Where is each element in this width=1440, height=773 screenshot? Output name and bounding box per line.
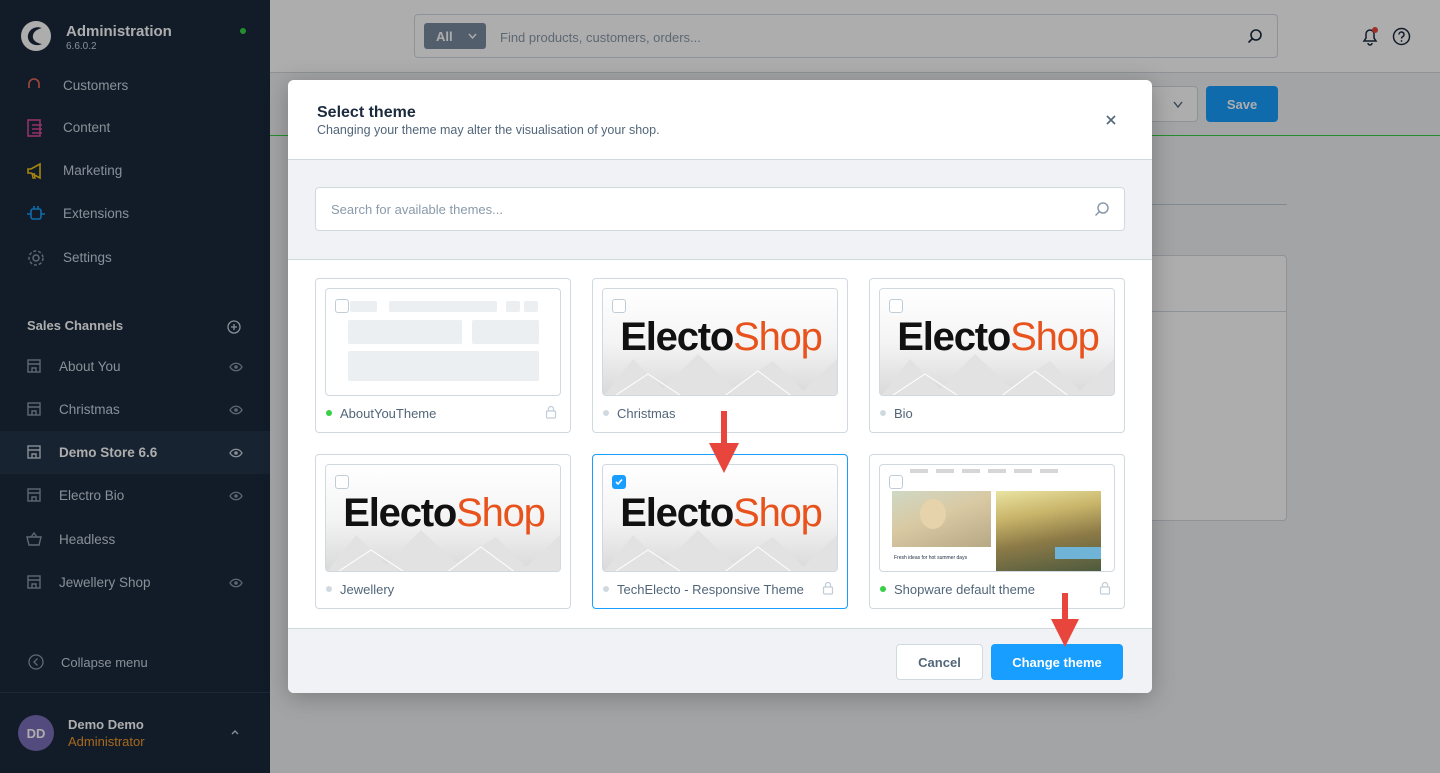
- theme-search-area: Search for available themes...: [288, 160, 1152, 260]
- modal-subtitle: Changing your theme may alter the visual…: [317, 123, 660, 137]
- theme-preview-electoshop: ElectoShop: [602, 288, 838, 396]
- theme-card-jewellery[interactable]: ElectoShop Jewellery: [315, 454, 571, 609]
- cancel-button[interactable]: Cancel: [896, 644, 983, 680]
- theme-checkbox[interactable]: [889, 475, 903, 489]
- theme-card-christmas[interactable]: ElectoShop Christmas: [592, 278, 848, 433]
- close-icon[interactable]: [1103, 112, 1119, 128]
- theme-checkbox[interactable]: [612, 299, 626, 313]
- select-theme-modal: Select theme Changing your theme may alt…: [288, 80, 1152, 693]
- theme-checkbox[interactable]: [335, 299, 349, 313]
- theme-name: Bio: [894, 406, 913, 421]
- default-theme-caption: Fresh ideas for hot summer days: [894, 555, 968, 561]
- lock-icon: [1099, 581, 1111, 595]
- theme-card-aboutyou[interactable]: AboutYouTheme: [315, 278, 571, 433]
- electoshop-logo: ElectoShop: [620, 491, 823, 535]
- electoshop-logo: ElectoShop: [620, 315, 823, 359]
- lock-icon: [822, 581, 834, 595]
- theme-status-dot: [603, 586, 609, 592]
- modal-title: Select theme: [317, 104, 416, 121]
- theme-checkbox-checked[interactable]: [612, 475, 626, 489]
- theme-search-input[interactable]: Search for available themes...: [315, 187, 1125, 231]
- theme-name: TechElecto - Responsive Theme: [617, 582, 804, 597]
- theme-search-placeholder: Search for available themes...: [331, 202, 503, 217]
- theme-preview-photo: Fresh ideas for hot summer days: [879, 464, 1115, 572]
- theme-checkbox[interactable]: [889, 299, 903, 313]
- electoshop-logo: ElectoShop: [897, 315, 1100, 359]
- theme-status-dot: [880, 586, 886, 592]
- checkmark-icon: [615, 478, 623, 486]
- theme-name: Shopware default theme: [894, 582, 1035, 597]
- theme-status-dot: [603, 410, 609, 416]
- theme-preview-electoshop: ElectoShop: [325, 464, 561, 572]
- theme-card-shopware-default[interactable]: Fresh ideas for hot summer days Shopware…: [869, 454, 1125, 609]
- theme-status-dot: [326, 410, 332, 416]
- theme-name: Jewellery: [340, 582, 395, 597]
- theme-checkbox[interactable]: [335, 475, 349, 489]
- theme-preview-wireframe: [325, 288, 561, 396]
- annotation-arrow-down-icon: [1051, 593, 1079, 647]
- modal-footer: Cancel Change theme: [288, 628, 1152, 693]
- search-icon[interactable]: [1094, 201, 1110, 217]
- theme-name: Christmas: [617, 406, 676, 421]
- theme-status-dot: [880, 410, 886, 416]
- theme-name: AboutYouTheme: [340, 406, 437, 421]
- theme-status-dot: [326, 586, 332, 592]
- annotation-arrow-down-icon: [709, 411, 739, 473]
- lock-icon: [545, 405, 557, 419]
- theme-card-bio[interactable]: ElectoShop Bio: [869, 278, 1125, 433]
- theme-preview-electoshop: ElectoShop: [879, 288, 1115, 396]
- change-theme-button[interactable]: Change theme: [991, 644, 1123, 680]
- theme-card-techelecto[interactable]: ElectoShop TechElecto - Responsive Theme: [592, 454, 848, 609]
- electoshop-logo: ElectoShop: [343, 491, 546, 535]
- modal-header: Select theme Changing your theme may alt…: [288, 80, 1152, 160]
- theme-preview-electoshop: ElectoShop: [602, 464, 838, 572]
